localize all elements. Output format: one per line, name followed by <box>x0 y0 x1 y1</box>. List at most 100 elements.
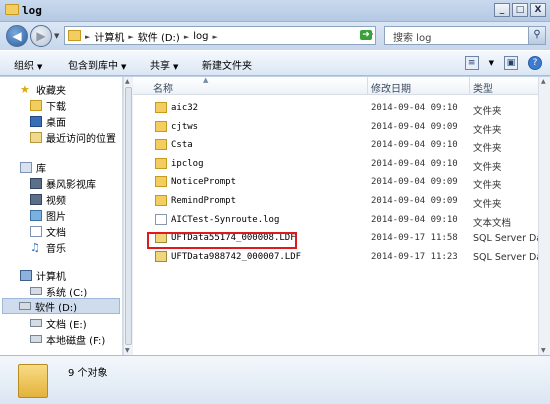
file-type: 文件夹 <box>473 199 502 210</box>
file-name: UFTData988742_000007.LDF <box>171 251 302 262</box>
file-row[interactable]: cjtws 2014-09-04 09:09 文件夹 <box>133 118 538 136</box>
search-icon[interactable]: ⚲ <box>528 27 545 44</box>
file-list-scrollbar[interactable]: ▲ ▼ <box>538 77 550 355</box>
file-type: SQL Server Dat <box>473 251 546 263</box>
maximize-button[interactable]: □ <box>512 3 528 17</box>
file-row[interactable]: aic32 2014-09-04 09:10 文件夹 <box>133 99 538 117</box>
file-date: 2014-09-04 09:09 <box>371 121 458 132</box>
folder-icon <box>155 176 167 188</box>
file-name: cjtws <box>171 121 199 132</box>
file-date: 2014-09-04 09:10 <box>371 103 458 113</box>
preview-pane-icon[interactable]: ▣ <box>504 56 518 70</box>
column-type[interactable]: 类型 <box>473 80 493 95</box>
sort-ascending-icon: ▲ <box>203 76 209 84</box>
star-icon: ★ <box>20 82 30 96</box>
column-modified[interactable]: 修改日期 <box>371 80 411 95</box>
folder-icon <box>155 102 167 113</box>
breadcrumb: ► 计算机 ► 软件 (D:) ► log ► <box>85 29 218 44</box>
nav-item-videos[interactable]: 视频 <box>30 191 66 207</box>
nav-item-recent[interactable]: 最近访问的位置 <box>30 129 116 145</box>
breadcrumb-log[interactable]: log <box>193 31 208 42</box>
file-name: RemindPrompt <box>171 196 237 206</box>
file-date: 2014-09-04 09:10 <box>371 158 458 169</box>
nav-item-computer[interactable]: 计算机 <box>20 267 66 283</box>
desktop-icon <box>30 115 42 127</box>
address-row: ◀ ▶ ▼ ► 计算机 ► 软件 (D:) ► log ► ▼ ➜ 搜索 log… <box>0 22 550 50</box>
file-date: 2014-09-04 09:09 <box>371 177 458 188</box>
navigation-scrollbar[interactable]: ▲ ▼ <box>123 77 133 355</box>
address-bar[interactable]: ► 计算机 ► 软件 (D:) ► log ► ▼ <box>64 26 376 45</box>
recent-pages-chevron-down-icon[interactable]: ▼ <box>54 32 59 40</box>
file-row[interactable]: UFTData988742_000007.LDF 2014-09-17 11:23… <box>133 248 546 266</box>
videos-icon <box>30 193 42 205</box>
video-library-icon <box>30 177 42 189</box>
folder-icon <box>155 120 167 132</box>
scroll-up-arrow-icon[interactable]: ▲ <box>541 78 546 85</box>
scroll-down-arrow-icon[interactable]: ▼ <box>541 347 546 354</box>
text-file-icon <box>155 213 167 225</box>
computer-icon <box>20 269 32 281</box>
library-icon <box>20 161 32 173</box>
scroll-up-arrow-icon[interactable]: ▲ <box>125 78 130 85</box>
nav-item-music[interactable]: ♫ 音乐 <box>30 239 66 255</box>
nav-item-drive-e[interactable]: 文档 (E:) <box>30 315 87 331</box>
documents-icon <box>30 225 42 237</box>
refresh-arrow-icon[interactable]: ➜ <box>360 30 372 40</box>
file-name: aic32 <box>171 103 199 113</box>
nav-item-drive-c[interactable]: 系统 (C:) <box>30 283 87 299</box>
nav-item-downloads[interactable]: 下载 <box>30 97 66 113</box>
nav-item-drive-d[interactable]: 软件 (D:) <box>2 298 120 314</box>
scrollbar-thumb[interactable] <box>125 87 132 345</box>
pictures-icon <box>30 209 42 221</box>
file-type: 文本文档 <box>473 217 512 229</box>
file-row[interactable]: NoticePrompt 2014-09-04 09:09 文件夹 <box>133 173 538 191</box>
minimize-button[interactable]: _ <box>494 3 510 17</box>
file-type: 文件夹 <box>473 143 502 155</box>
view-options-chevron-down-icon[interactable]: ▼ <box>489 59 494 67</box>
nav-item-drive-f[interactable]: 本地磁盘 (F:) <box>30 331 105 347</box>
folder-icon <box>155 195 167 206</box>
file-name: Csta <box>171 140 193 151</box>
file-date: 2014-09-17 11:23 <box>371 251 458 262</box>
back-button[interactable]: ◀ <box>6 25 28 47</box>
scroll-down-arrow-icon[interactable]: ▼ <box>125 347 130 354</box>
folder-icon <box>68 30 81 41</box>
view-options-icon[interactable]: ≡ <box>464 56 479 70</box>
share-button[interactable]: 共享 ▼ <box>150 57 178 72</box>
nav-item-favorites[interactable]: ★ 收藏夹 <box>20 81 66 97</box>
file-row[interactable]: RemindPrompt 2014-09-04 09:09 文件夹 <box>133 192 538 210</box>
nav-item-libraries[interactable]: 库 <box>20 159 46 175</box>
file-row[interactable]: Csta 2014-09-04 09:10 文件夹 <box>133 136 538 154</box>
search-input[interactable]: 搜索 log ⚲ <box>384 26 546 45</box>
item-count: 9 个对象 <box>68 368 108 379</box>
file-row[interactable]: AICTest-Synroute.log 2014-09-04 09:10 文本文档 <box>133 211 538 229</box>
drive-icon <box>30 287 42 295</box>
folder-icon <box>155 139 167 151</box>
close-button[interactable]: X <box>530 3 546 17</box>
drive-icon <box>30 335 42 343</box>
breadcrumb-computer[interactable]: 计算机 <box>94 29 124 44</box>
nav-item-documents[interactable]: 文档 <box>30 223 66 239</box>
new-folder-button[interactable]: 新建文件夹 <box>202 57 252 72</box>
file-date: 2014-09-04 09:09 <box>371 196 458 206</box>
file-list: 名称 ▲ 修改日期 类型 aic32 2014-09-04 09:10 文件夹 cjt… <box>133 76 546 355</box>
help-icon[interactable]: ? <box>528 56 542 70</box>
file-type: 文件夹 <box>473 124 502 136</box>
nav-item-desktop[interactable]: 桌面 <box>30 113 66 129</box>
folder-icon <box>155 157 167 169</box>
search-placeholder: 搜索 log <box>393 33 432 44</box>
file-name: AICTest-Synroute.log <box>171 214 280 225</box>
file-row[interactable]: ipclog 2014-09-04 09:10 文件夹 <box>133 155 538 173</box>
details-pane: 9 个对象 <box>0 355 550 404</box>
file-date: 2014-09-04 09:10 <box>371 140 458 151</box>
column-name[interactable]: 名称 <box>153 80 173 95</box>
breadcrumb-drive-d[interactable]: 软件 (D:) <box>138 29 180 44</box>
organize-button[interactable]: 组织 ▼ <box>14 57 42 72</box>
nav-item-storm-library[interactable]: 暴风影视库 <box>30 175 96 191</box>
include-library-button[interactable]: 包含到库中 ▼ <box>68 57 126 72</box>
window-title: log <box>22 4 42 17</box>
forward-button[interactable]: ▶ <box>30 25 52 47</box>
navigation-pane: ★ 收藏夹 下载 桌面 最近访问的位置 库 暴风影视库 视频 图片 文档 ♫ 音乐 … <box>0 77 123 355</box>
database-file-icon <box>155 250 167 262</box>
nav-item-pictures[interactable]: 图片 <box>30 207 66 223</box>
